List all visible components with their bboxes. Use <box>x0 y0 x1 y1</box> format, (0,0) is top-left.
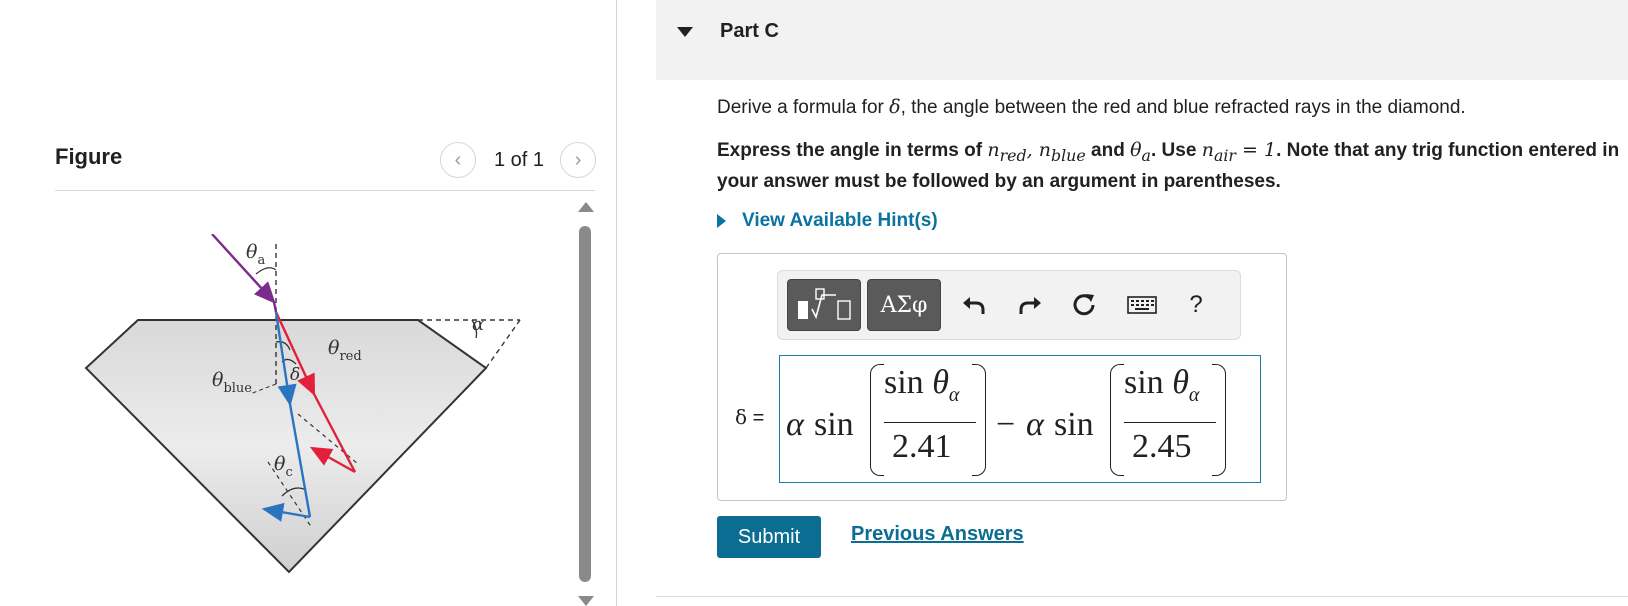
templates-button[interactable] <box>787 279 861 331</box>
caret-down-icon[interactable] <box>677 27 693 37</box>
view-hints-link[interactable]: View Available Hint(s) <box>717 210 938 232</box>
term1-left-paren <box>870 364 884 476</box>
answer-input[interactable]: α sin sin θα 2.41 − α sin sin θα 2.45 <box>779 355 1261 483</box>
pager-text: 1 of 1 <box>494 148 545 171</box>
term2-fraction-bar <box>1124 422 1216 423</box>
answer-expression: α sin sin θα 2.41 − α sin sin θα 2.45 <box>780 356 1260 482</box>
help-button[interactable]: ? <box>1180 289 1212 321</box>
term2-left-paren <box>1110 364 1124 476</box>
term1-alpha: α <box>786 406 804 443</box>
page: Figure ‹ 1 of 1 › θa α θred θblue δ θc P… <box>0 0 1628 606</box>
part-title[interactable]: Part C <box>720 20 779 43</box>
term1-right-paren <box>972 364 986 476</box>
caret-right-icon <box>717 214 726 228</box>
scroll-down-arrow-icon[interactable] <box>578 596 594 606</box>
term1-denominator: 2.41 <box>892 428 952 465</box>
part-header[interactable] <box>656 0 1628 80</box>
keyboard-icon <box>1127 296 1157 314</box>
answer-variable-label: δ = <box>735 405 765 429</box>
hint-label: View Available Hint(s) <box>742 210 938 231</box>
term2-alpha: α <box>1026 406 1044 443</box>
figure-panel: Figure ‹ 1 of 1 › θa α θred θblue δ θc <box>0 0 616 606</box>
templates-icon <box>798 288 851 320</box>
previous-answers-link[interactable]: Previous Answers <box>851 523 1024 546</box>
diamond-diagram: θa α θred θblue δ θc <box>84 234 521 574</box>
next-figure-button[interactable]: › <box>560 142 597 178</box>
figure-divider <box>55 190 595 191</box>
term2-right-paren <box>1212 364 1226 476</box>
term2-denominator: 2.45 <box>1132 428 1192 465</box>
math-toolbar: ΑΣφ ? <box>777 270 1241 340</box>
redo-button[interactable] <box>1014 289 1046 321</box>
figure-pager: ‹ 1 of 1 › <box>440 142 597 178</box>
question-prompt: Derive a formula for δ, the angle betwee… <box>717 96 1466 118</box>
panel-divider <box>616 0 617 606</box>
prev-figure-button[interactable]: ‹ <box>440 142 476 178</box>
undo-button[interactable] <box>958 289 990 321</box>
term2-numerator: sin θα <box>1124 364 1200 406</box>
reset-icon <box>1073 294 1095 316</box>
reset-button[interactable] <box>1068 289 1100 321</box>
figure-title: Figure <box>55 144 123 169</box>
redo-icon <box>1019 297 1041 314</box>
diamond-shape <box>84 319 488 574</box>
bottom-divider <box>656 596 1628 597</box>
symbols-label: ΑΣφ <box>880 292 928 318</box>
term1-numerator: sin θα <box>884 364 960 406</box>
minus-sign: − <box>996 406 1016 443</box>
keyboard-button[interactable] <box>1126 289 1158 321</box>
symbols-button[interactable]: ΑΣφ <box>867 279 941 331</box>
question-instructions: Express the angle in terms of nred, nblu… <box>717 139 1620 192</box>
alpha-label: α <box>472 314 484 335</box>
figure-scrollbar[interactable] <box>578 202 594 606</box>
theta-a-label: θa <box>246 241 265 268</box>
delta-label-diagram: δ <box>290 365 300 385</box>
chevron-right-icon: › <box>574 148 582 171</box>
chevron-left-icon: ‹ <box>454 148 462 171</box>
term1-fraction-bar <box>884 422 976 423</box>
undo-icon <box>963 297 985 314</box>
scroll-up-arrow-icon[interactable] <box>578 202 594 212</box>
submit-button[interactable]: Submit <box>717 516 821 558</box>
term2-sin: sin <box>1054 406 1094 443</box>
scroll-thumb[interactable] <box>579 226 591 582</box>
term1-sin: sin <box>814 406 854 443</box>
help-label: ? <box>1189 291 1203 318</box>
